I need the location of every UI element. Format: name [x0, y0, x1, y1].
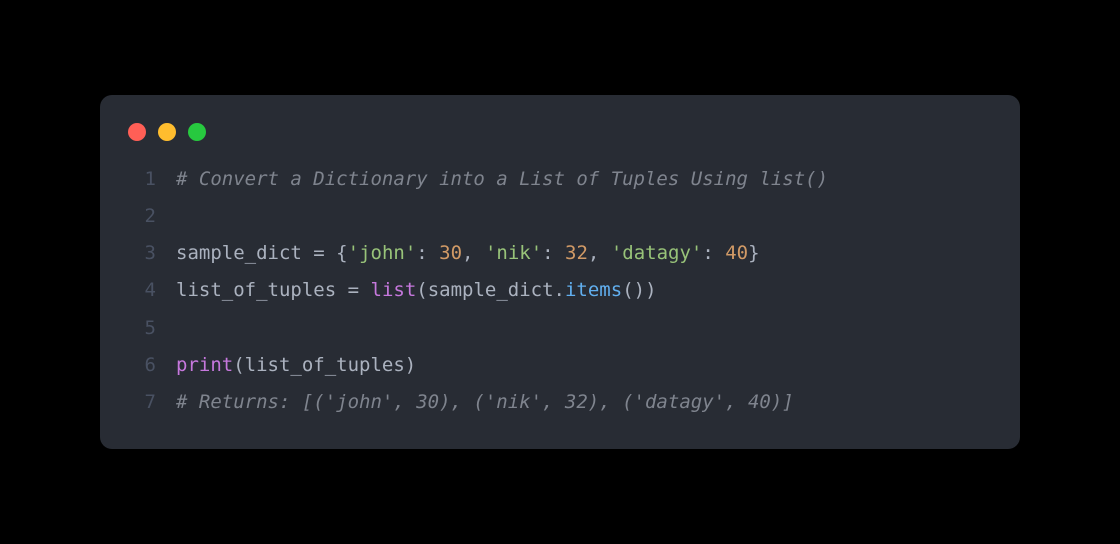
code-line: 7 # Returns: [('john', 30), ('nik', 32), … [128, 384, 992, 421]
code-content: # Convert a Dictionary into a List of Tu… [176, 161, 828, 198]
code-line: 4 list_of_tuples = list(sample_dict.items… [128, 272, 992, 309]
line-number: 2 [128, 198, 156, 235]
line-number: 7 [128, 384, 156, 421]
close-icon[interactable] [128, 123, 146, 141]
code-token: , [462, 242, 485, 264]
code-token: 40 [725, 242, 748, 264]
code-editor[interactable]: 1 # Convert a Dictionary into a List of T… [100, 161, 1020, 420]
code-token: : [416, 242, 439, 264]
code-token: ()) [622, 279, 656, 301]
code-line: 2 [128, 198, 992, 235]
code-line: 6 print(list_of_tuples) [128, 347, 992, 384]
code-token: 'datagy' [611, 242, 703, 264]
code-token: = [313, 242, 324, 264]
code-token: : [702, 242, 725, 264]
code-token [359, 279, 370, 301]
code-token: (sample_dict. [416, 279, 565, 301]
code-content: sample_dict = {'john': 30, 'nik': 32, 'd… [176, 235, 760, 272]
code-content: # Returns: [('john', 30), ('nik', 32), (… [176, 384, 794, 421]
code-token: # Returns: [('john', 30), ('nik', 32), (… [176, 391, 794, 413]
code-token: sample_dict [176, 242, 313, 264]
code-token: } [748, 242, 759, 264]
line-number: 1 [128, 161, 156, 198]
code-content: print(list_of_tuples) [176, 347, 416, 384]
code-token: # Convert a Dictionary into a List of Tu… [176, 168, 828, 190]
code-token: list [371, 279, 417, 301]
code-token: 32 [565, 242, 588, 264]
line-number: 6 [128, 347, 156, 384]
code-token: 30 [439, 242, 462, 264]
line-number: 3 [128, 235, 156, 272]
code-token: = [348, 279, 359, 301]
code-token: , [588, 242, 611, 264]
line-number: 4 [128, 272, 156, 309]
window-titlebar [100, 119, 1020, 161]
minimize-icon[interactable] [158, 123, 176, 141]
code-token: 'john' [348, 242, 417, 264]
line-number: 5 [128, 310, 156, 347]
code-window: 1 # Convert a Dictionary into a List of T… [100, 95, 1020, 448]
code-token: 'nik' [485, 242, 542, 264]
code-token: : [542, 242, 565, 264]
code-line: 1 # Convert a Dictionary into a List of T… [128, 161, 992, 198]
code-token: { [325, 242, 348, 264]
code-line: 3 sample_dict = {'john': 30, 'nik': 32, '… [128, 235, 992, 272]
code-token: items [565, 279, 622, 301]
code-token: list_of_tuples [176, 279, 348, 301]
code-token: print [176, 354, 233, 376]
code-token: (list_of_tuples) [233, 354, 416, 376]
maximize-icon[interactable] [188, 123, 206, 141]
code-line: 5 [128, 310, 992, 347]
code-content: list_of_tuples = list(sample_dict.items(… [176, 272, 657, 309]
